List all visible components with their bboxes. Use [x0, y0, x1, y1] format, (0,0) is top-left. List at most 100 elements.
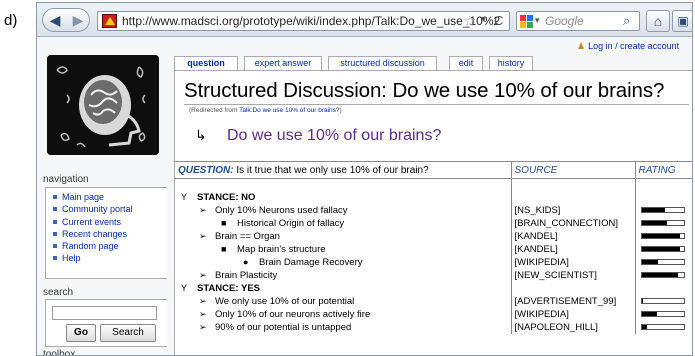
- stance-row: Y STANCE: NO: [175, 191, 692, 204]
- question-header: QUESTION: Is it true that we only use 10…: [175, 161, 512, 179]
- source-cell[interactable]: [NS_KIDS]: [511, 204, 636, 217]
- sidebar-item-recent-changes[interactable]: Recent changes: [52, 228, 167, 240]
- source-cell[interactable]: [NAPOLEON_HILL]: [511, 321, 636, 334]
- argument-cell: ➢ Brain == Organ: [175, 230, 512, 243]
- search-placeholder[interactable]: Google: [545, 14, 584, 28]
- forward-arrow-icon[interactable]: ▶: [67, 10, 89, 30]
- source-cell[interactable]: [KANDEL]: [511, 243, 636, 256]
- rating-bar[interactable]: [640, 245, 685, 252]
- argument-text[interactable]: Historical Origin of fallacy: [237, 218, 344, 229]
- argument-text[interactable]: Brain Plasticity: [215, 270, 277, 281]
- title-divider: [184, 104, 689, 105]
- rating-cell: [635, 256, 692, 269]
- argument-text[interactable]: 90% of our potential is untapped: [215, 322, 351, 333]
- rating-bar[interactable]: [640, 258, 685, 265]
- redirect-suffix: ): [339, 107, 342, 114]
- discussion-body: Y STANCE: NO ➢ Only 10% Neurons used fallac…: [175, 178, 692, 334]
- argument-row: ➢ 90% of our potential is untapped [NAPOLE…: [175, 321, 692, 334]
- bookmark-star-icon[interactable]: ☆: [463, 12, 476, 30]
- search-bar[interactable]: ▾ Google ⌕: [516, 11, 640, 31]
- tab-history[interactable]: history: [489, 56, 533, 70]
- google-icon[interactable]: [520, 15, 533, 28]
- redirect-notice: (Redirected from Talk:Do we use 10% of o…: [189, 107, 342, 114]
- rating-bar[interactable]: [640, 219, 685, 226]
- rating-bar-fill: [641, 259, 659, 264]
- argument-text[interactable]: Brain Damage Recovery: [259, 257, 363, 268]
- browser-window: ◀ ▶ http://www.madsci.org/prototype/wiki…: [36, 2, 693, 356]
- rating-bar[interactable]: [640, 232, 685, 239]
- rating-cell: [635, 282, 692, 295]
- stance-label: STANCE:: [197, 283, 239, 294]
- source-cell[interactable]: [WIKIPEDIA]: [511, 256, 636, 269]
- search-button[interactable]: Search: [100, 324, 156, 342]
- sidebar-item-main-page[interactable]: Main page: [52, 191, 167, 203]
- source-cell[interactable]: [BRAIN_CONNECTION]: [511, 217, 636, 230]
- question-text: Is it true that we only use 10% of our b…: [233, 164, 429, 176]
- tab-question[interactable]: question: [174, 56, 238, 70]
- navigation-portlet: Main page Community portal Current event…: [45, 187, 167, 279]
- rating-bar[interactable]: [640, 206, 685, 213]
- stance-value: YES: [238, 283, 261, 294]
- sidebar-item-current-events[interactable]: Current events: [52, 216, 167, 228]
- rating-bar-fill: [641, 233, 681, 238]
- tab-structured-discussion[interactable]: structured discussion: [328, 56, 437, 70]
- argument-row: ■ Historical Origin of fallacy [BRAIN_CONN…: [175, 217, 692, 230]
- tab-edit[interactable]: edit: [449, 56, 483, 70]
- tab-expert-answer[interactable]: expert answer: [244, 56, 322, 70]
- argument-text[interactable]: We only use 10% of our potential: [215, 296, 354, 307]
- url-text[interactable]: http://www.madsci.org/prototype/wiki/ind…: [122, 14, 500, 28]
- back-arrow-icon[interactable]: ◀: [44, 10, 66, 30]
- url-dropdown-icon[interactable]: ▾: [481, 14, 486, 25]
- argument-cell: Y STANCE: YES: [175, 282, 512, 295]
- return-arrow-icon: ↳: [195, 127, 207, 143]
- nav-buttons: ◀ ▶: [42, 8, 90, 32]
- source-header: SOURCE: [511, 161, 636, 179]
- argument-text[interactable]: Brain == Organ: [215, 231, 280, 242]
- sidebar-item-random-page[interactable]: Random page: [52, 240, 167, 252]
- rating-bar-fill: [641, 207, 665, 212]
- argument-text[interactable]: Only 10% of our neurons actively fire: [215, 309, 370, 320]
- rating-bar[interactable]: [640, 323, 685, 330]
- login-link[interactable]: ♟ Log in / create account: [577, 41, 679, 52]
- go-button[interactable]: Go: [66, 324, 96, 342]
- source-cell[interactable]: [KANDEL]: [511, 230, 636, 243]
- rating-bar[interactable]: [640, 310, 685, 317]
- bullet-marker-icon: ➢: [199, 205, 207, 215]
- rating-header: RATING: [635, 161, 692, 179]
- argument-cell: ● Brain Damage Recovery: [175, 256, 512, 269]
- rating-bar[interactable]: [640, 297, 685, 304]
- argument-cell: Y STANCE: NO: [175, 191, 512, 204]
- bullet-marker-icon: ➢: [199, 270, 207, 280]
- argument-text[interactable]: Map brain’s structure: [237, 244, 326, 255]
- wiki-search-input[interactable]: [52, 306, 157, 320]
- favicon: [102, 14, 117, 28]
- argument-cell: ➢ Only 10% of our neurons actively fire: [175, 308, 512, 321]
- source-cell[interactable]: [WIKIPEDIA]: [511, 308, 636, 321]
- login-text[interactable]: Log in / create account: [588, 41, 679, 51]
- source-cell[interactable]: [ADVERTISEMENT_99]: [511, 295, 636, 308]
- address-bar[interactable]: http://www.madsci.org/prototype/wiki/ind…: [97, 11, 510, 31]
- discussion-table: QUESTION: Is it true that we only use 10…: [175, 161, 692, 334]
- extension-icon[interactable]: ▣: [672, 10, 692, 32]
- argument-row: ➢ We only use 10% of our potential [ADVERT…: [175, 295, 692, 308]
- site-logo[interactable]: [47, 55, 159, 155]
- spacer-row: [175, 178, 692, 191]
- navigation-heading: navigation: [43, 174, 89, 185]
- bullet-marker-icon: ●: [243, 257, 249, 267]
- sidebar-item-help[interactable]: Help: [52, 252, 167, 264]
- stance-marker-icon: Y: [181, 283, 188, 293]
- bullet-marker-icon: ➢: [199, 322, 207, 332]
- rating-cell: [635, 321, 692, 334]
- rating-bar[interactable]: [640, 271, 685, 278]
- rating-cell: [635, 204, 692, 217]
- rating-bar-fill: [641, 220, 667, 225]
- reload-icon[interactable]: C: [494, 13, 503, 28]
- search-icon[interactable]: ⌕: [623, 13, 630, 29]
- redirect-prefix: (Redirected from: [189, 107, 240, 114]
- home-icon[interactable]: ⌂: [646, 10, 670, 32]
- sidebar-item-community-portal[interactable]: Community portal: [52, 203, 167, 215]
- source-cell[interactable]: [NEW_SCIENTIST]: [511, 269, 636, 282]
- argument-text[interactable]: Only 10% Neurons used fallacy: [215, 205, 348, 216]
- engine-dropdown-icon[interactable]: ▾: [535, 15, 540, 26]
- redirect-link[interactable]: Talk:Do we use 10% of our brains?: [239, 107, 339, 114]
